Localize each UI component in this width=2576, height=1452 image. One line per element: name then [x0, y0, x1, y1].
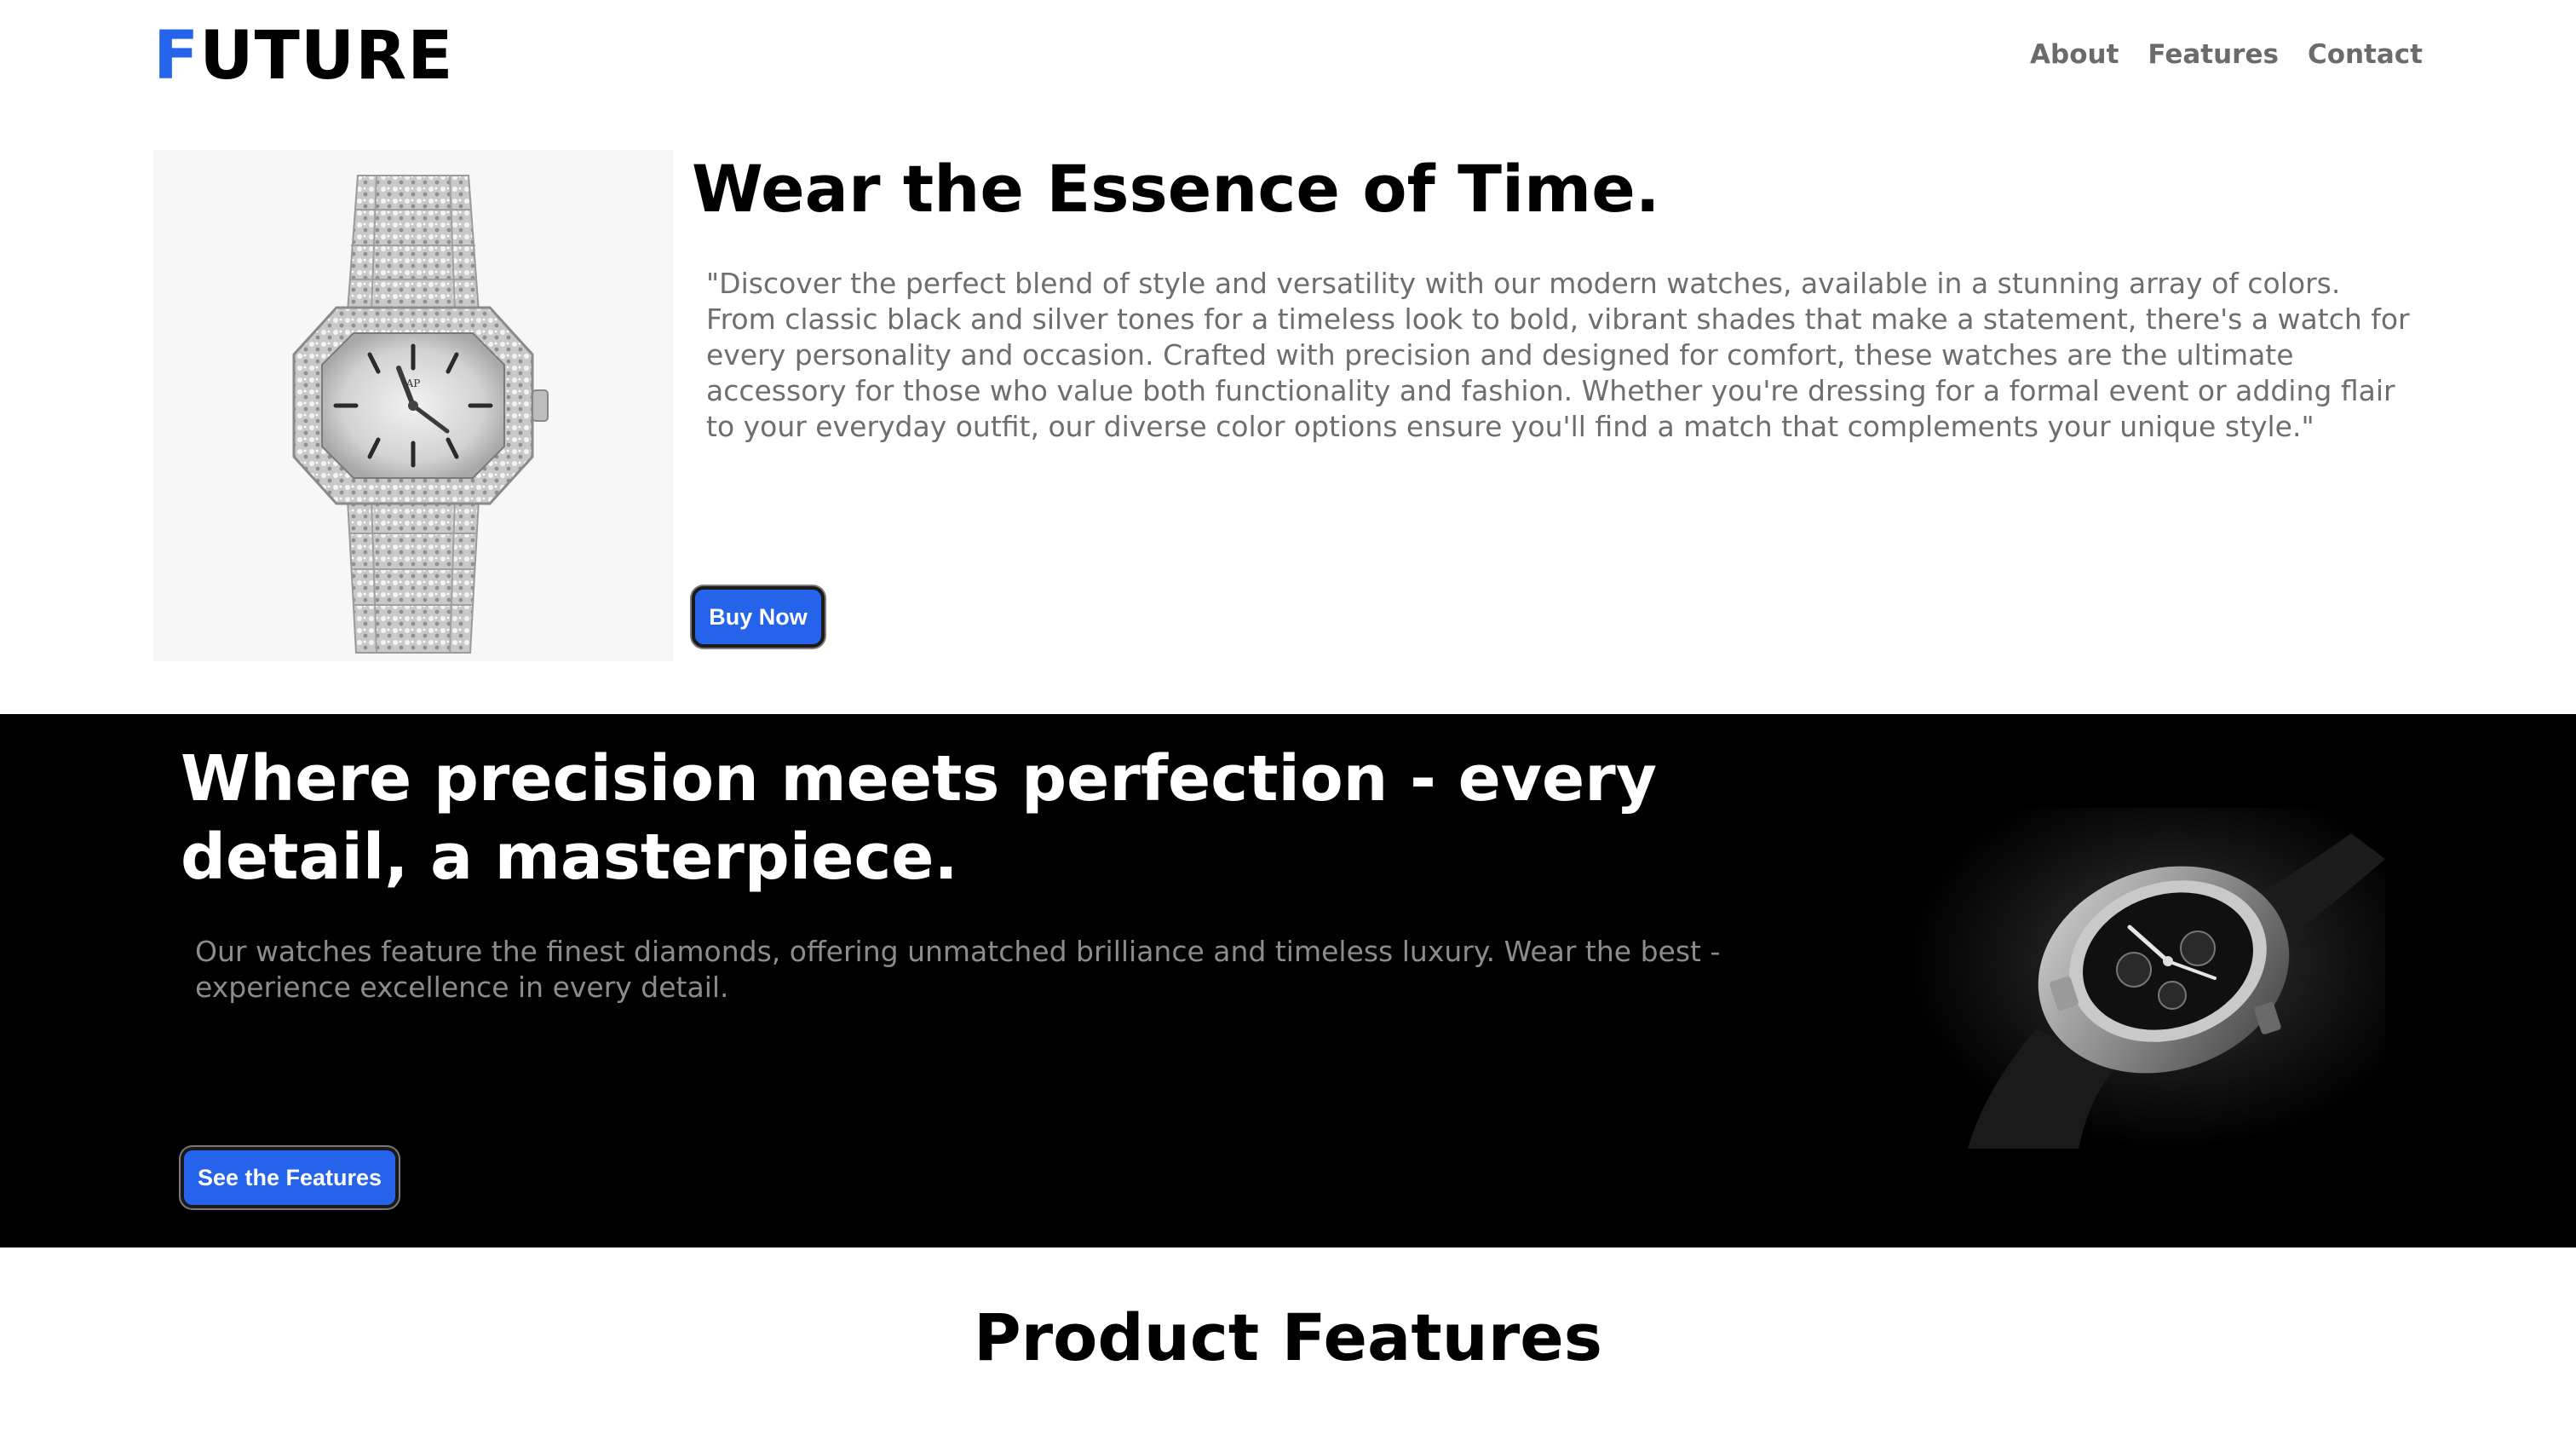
- nav-link-features[interactable]: Features: [2148, 39, 2279, 70]
- hero-description: "Discover the perfect blend of style and…: [706, 267, 2410, 443]
- precision-description: Our watches feature the finest diamonds,…: [195, 935, 1721, 1004]
- diamond-watch-image: AP: [153, 150, 673, 661]
- product-features-title: Product Features: [973, 1299, 1603, 1375]
- see-features-button[interactable]: See the Features: [181, 1147, 399, 1208]
- hero-title: Wear the Essence of Time.: [692, 151, 1660, 227]
- logo-text: UTURE: [199, 18, 454, 95]
- sport-watch-image: [1908, 808, 2385, 1149]
- logo-accent-letter: F: [153, 18, 200, 95]
- logo[interactable]: FUTURE: [153, 22, 454, 90]
- nav-link-contact[interactable]: Contact: [2308, 39, 2423, 70]
- precision-section: Where precision meets perfection - every…: [0, 714, 2576, 1247]
- main-nav: About Features Contact: [2030, 39, 2423, 70]
- site-header: FUTURE About Features Contact: [0, 0, 2576, 119]
- buy-now-button[interactable]: Buy Now: [692, 586, 825, 648]
- nav-link-about[interactable]: About: [2030, 39, 2119, 70]
- precision-title: Where precision meets perfection - every…: [181, 742, 1657, 894]
